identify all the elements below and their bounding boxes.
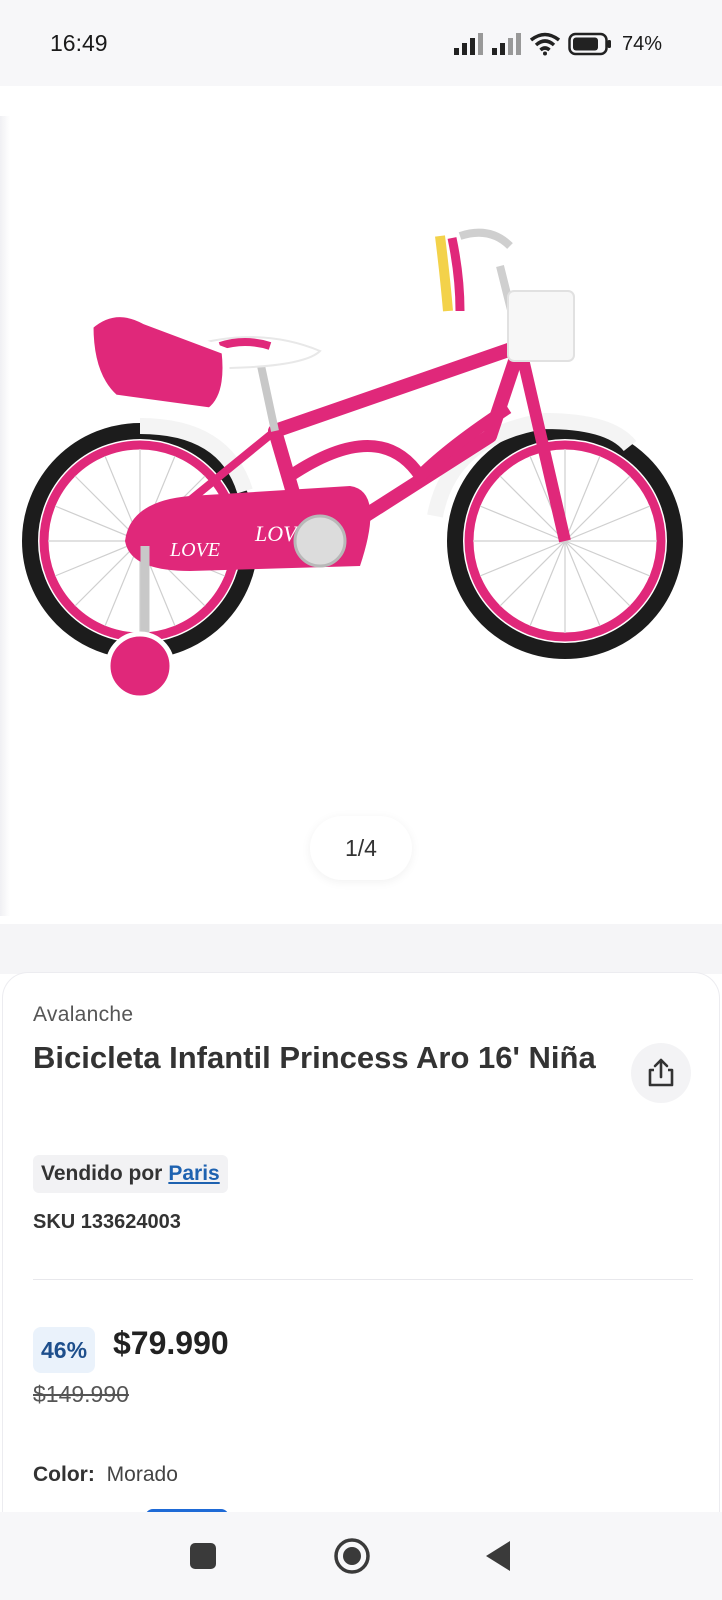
signal-icon (491, 33, 521, 55)
status-bar: 16:49 74% (0, 0, 722, 86)
status-time: 16:49 (50, 30, 108, 56)
signal-icon (453, 33, 483, 55)
wifi-icon (529, 32, 560, 56)
home-icon (334, 1538, 370, 1574)
back-icon (486, 1541, 510, 1571)
product-image-gallery[interactable]: LOVE LOVE 1/4 (0, 86, 722, 924)
product-title: Bicicleta Infantil Princess Aro 16' Niña (33, 1040, 596, 1075)
battery-icon (568, 32, 611, 56)
seller-link[interactable]: Paris (168, 1162, 219, 1186)
share-button[interactable] (631, 1043, 691, 1103)
home-button[interactable] (330, 1534, 374, 1578)
battery-percentage: 74% (621, 32, 662, 55)
current-price: $79.990 (113, 1325, 229, 1361)
color-selector-label: Color: Morado (33, 1463, 178, 1487)
color-value: Morado (106, 1463, 178, 1486)
product-sku: SKU 133624003 (33, 1211, 181, 1233)
original-price: $149.990 (33, 1381, 129, 1407)
back-button[interactable] (476, 1534, 520, 1578)
image-pager-indicator: 1/4 (310, 816, 412, 880)
discount-badge: 46% (33, 1327, 96, 1373)
seller-badge: Vendido por Paris (33, 1155, 228, 1193)
recents-icon (190, 1543, 216, 1569)
divider (33, 1279, 693, 1280)
system-navigation-bar (0, 1512, 722, 1600)
share-icon (648, 1058, 674, 1087)
gallery-edge (0, 116, 10, 916)
product-image-bicycle: LOVE LOVE (22, 228, 683, 701)
product-brand[interactable]: Avalanche (33, 1003, 133, 1027)
recents-button[interactable] (181, 1534, 225, 1578)
color-label: Color: (33, 1463, 95, 1486)
svg-text:LOVE: LOVE (169, 539, 220, 561)
seller-label: Vendido por (41, 1162, 163, 1185)
status-icons: 74% (453, 30, 662, 58)
product-info-card: Avalanche Bicicleta Infantil Princess Ar… (2, 972, 720, 1517)
gallery-separator (0, 924, 722, 974)
